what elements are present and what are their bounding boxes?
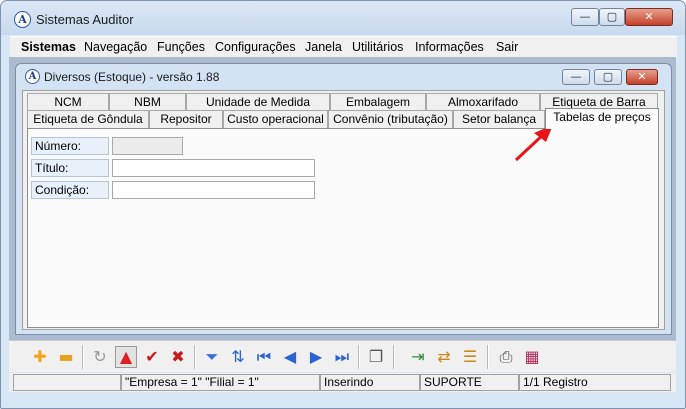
- tab-unidade-de-medida[interactable]: Unidade de Medida: [186, 93, 330, 111]
- tab-ncm[interactable]: NCM: [27, 93, 109, 111]
- confirm-check-icon[interactable]: ✔: [141, 346, 163, 368]
- close-button[interactable]: ✕: [625, 8, 673, 26]
- toolbar-separator: [194, 345, 196, 369]
- toolbar-separator: [393, 345, 395, 369]
- status-records: 1/1 Registro: [519, 374, 671, 391]
- child-minimize-button[interactable]: —: [562, 69, 590, 85]
- action-toolbar: ✚ ▬ ↻ ▲ ✔ ✖ ⏷ ⇅ ⏮ ◀ ▶ ⏭ ❐ ⇥ ⇄ ☰ ⎙ ▦: [9, 340, 676, 372]
- copy-icon[interactable]: ❐: [365, 346, 387, 368]
- menu-bar: Sistemas Navegação Funções Configurações…: [10, 36, 677, 59]
- filter-funnel-icon[interactable]: ⏷: [201, 346, 223, 368]
- toolbar-separator: [82, 345, 84, 369]
- sort-icon[interactable]: ⇅: [227, 346, 249, 368]
- import-icon[interactable]: ⇄: [433, 346, 455, 368]
- numero-label: Número:: [31, 137, 109, 155]
- status-mode: Inserindo: [320, 374, 420, 391]
- titulo-label: Título:: [31, 159, 109, 177]
- menu-sistemas[interactable]: Sistemas: [21, 40, 76, 54]
- tab-setor-balanca[interactable]: Setor balança: [453, 110, 545, 128]
- first-record-triangle-icon[interactable]: ▲: [115, 346, 137, 368]
- previous-icon[interactable]: ◀: [279, 346, 301, 368]
- export-icon[interactable]: ⇥: [407, 346, 429, 368]
- status-bar: "Empresa = 1" "Filial = 1" Inserindo SUP…: [9, 373, 676, 392]
- menu-navegacao[interactable]: Navegação: [84, 40, 147, 54]
- status-empresa-filial: "Empresa = 1" "Filial = 1": [121, 374, 320, 391]
- child-window-diversos: A Diversos (Estoque) - versão 1.88 — ▢ ✕…: [15, 63, 672, 335]
- cancel-x-icon[interactable]: ✖: [167, 346, 189, 368]
- tab-tabelas-de-precos[interactable]: Tabelas de preços: [545, 108, 659, 129]
- menu-informacoes[interactable]: Informações: [415, 40, 484, 54]
- add-icon[interactable]: ✚: [29, 346, 51, 368]
- first-icon[interactable]: ⏮: [253, 346, 275, 368]
- menu-funcoes[interactable]: Funções: [157, 40, 205, 54]
- child-maximize-button[interactable]: ▢: [594, 69, 622, 85]
- condicao-field[interactable]: [112, 181, 315, 199]
- status-user: SUPORTE: [420, 374, 519, 391]
- toolbar-separator: [358, 345, 360, 369]
- numero-field[interactable]: [112, 137, 183, 155]
- remove-icon[interactable]: ▬: [55, 346, 77, 368]
- list-edit-icon[interactable]: ☰: [459, 346, 481, 368]
- tab-nbm[interactable]: NBM: [109, 93, 186, 111]
- child-window-title: Diversos (Estoque) - versão 1.88: [44, 70, 220, 84]
- tab-page-tabelas-de-precos: Número: Título: Condição:: [27, 128, 659, 328]
- auditor-logo-icon: A: [14, 11, 31, 28]
- print-icon[interactable]: ⎙: [495, 346, 517, 368]
- tab-repositor[interactable]: Repositor: [149, 110, 223, 128]
- window-title: Sistemas Auditor: [36, 12, 134, 27]
- tab-embalagem[interactable]: Embalagem: [330, 93, 426, 111]
- status-empty-panel: [13, 374, 121, 391]
- tab-custo-operacional[interactable]: Custo operacional: [223, 110, 328, 128]
- tab-almoxarifado[interactable]: Almoxarifado: [426, 93, 540, 111]
- menu-utilitarios[interactable]: Utilitários: [352, 40, 403, 54]
- menu-configuracoes[interactable]: Configurações: [215, 40, 296, 54]
- toolbar-separator: [487, 345, 489, 369]
- maximize-button[interactable]: ▢: [599, 8, 625, 26]
- main-titlebar: A Sistemas Auditor — ▢ ✕: [1, 1, 685, 35]
- tab-etiqueta-de-gondula[interactable]: Etiqueta de Gôndula: [27, 110, 149, 128]
- titulo-field[interactable]: [112, 159, 315, 177]
- minimize-button[interactable]: —: [571, 8, 599, 26]
- child-logo-icon: A: [25, 69, 40, 84]
- child-close-button[interactable]: ✕: [626, 69, 658, 85]
- menu-sair[interactable]: Sair: [496, 40, 518, 54]
- next-icon[interactable]: ▶: [305, 346, 327, 368]
- tab-convenio-tributacao[interactable]: Convênio (tributação): [328, 110, 453, 128]
- condicao-label: Condição:: [31, 181, 109, 199]
- menu-janela[interactable]: Janela: [305, 40, 342, 54]
- refresh-icon[interactable]: ↻: [89, 346, 111, 368]
- child-titlebar: A Diversos (Estoque) - versão 1.88 — ▢ ✕: [16, 64, 671, 90]
- calendar-report-icon[interactable]: ▦: [521, 346, 543, 368]
- child-client-area: NCM NBM Unidade de Medida Embalagem Almo…: [22, 90, 665, 330]
- last-icon[interactable]: ⏭: [331, 346, 353, 368]
